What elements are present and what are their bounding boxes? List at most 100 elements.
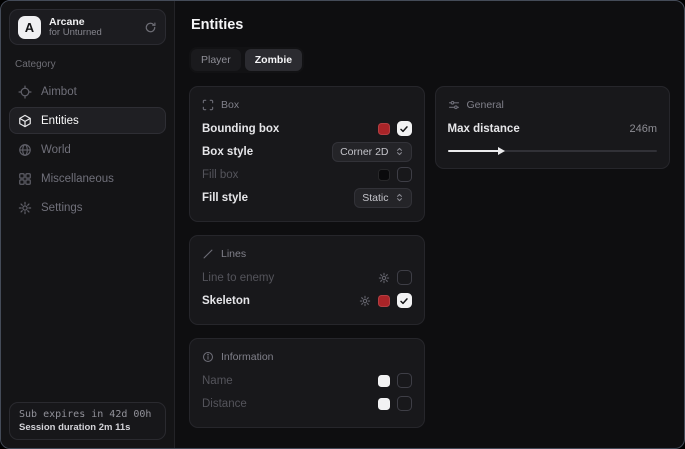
row-controls xyxy=(378,167,412,182)
setting-row-max-distance: Max distance 246m xyxy=(448,117,658,140)
information-section-header: Information xyxy=(202,351,412,363)
setting-row-line-to-enemy: Line to enemy xyxy=(202,266,412,289)
general-section: General Max distance 246m xyxy=(435,86,671,169)
gear-icon xyxy=(18,201,32,215)
row-controls xyxy=(378,270,412,285)
row-controls xyxy=(359,293,412,308)
slider-thumb[interactable] xyxy=(498,147,505,155)
sidebar-item-label: Entities xyxy=(41,115,79,127)
sidebar-menu: Aimbot Entities World xyxy=(9,78,166,221)
tab-zombie[interactable]: Zombie xyxy=(245,49,302,71)
sidebar-item-aimbot[interactable]: Aimbot xyxy=(9,78,166,105)
sidebar-item-label: World xyxy=(41,144,71,156)
sidebar-item-label: Miscellaneous xyxy=(41,173,114,185)
category-label: Category xyxy=(15,59,160,70)
setting-label: Fill box xyxy=(202,169,238,181)
information-section-title: Information xyxy=(221,351,274,363)
color-swatch[interactable] xyxy=(378,398,390,410)
settings-columns: Box Bounding box Box style xyxy=(189,86,670,428)
sidebar-item-label: Aimbot xyxy=(41,86,77,98)
globe-icon xyxy=(18,143,32,157)
row-controls xyxy=(378,396,412,411)
slider-fill xyxy=(448,150,500,152)
information-section: Information Name Distance xyxy=(189,338,425,428)
gear-icon[interactable] xyxy=(378,272,390,284)
left-column: Box Bounding box Box style xyxy=(189,86,425,428)
lines-section: Lines Line to enemy xyxy=(189,235,425,325)
sidebar-item-settings[interactable]: Settings xyxy=(9,194,166,221)
app-title-block: Arcane for Unturned xyxy=(49,16,136,39)
row-controls xyxy=(378,373,412,388)
gear-icon[interactable] xyxy=(359,295,371,307)
info-circle-icon xyxy=(202,351,214,363)
box-section: Box Bounding box Box style xyxy=(189,86,425,222)
max-distance-slider[interactable] xyxy=(448,146,658,156)
color-swatch[interactable] xyxy=(378,375,390,387)
fill-box-checkbox[interactable] xyxy=(397,167,412,182)
chevron-up-down-icon xyxy=(395,147,404,156)
setting-row-skeleton: Skeleton xyxy=(202,289,412,312)
chevron-up-down-icon xyxy=(395,193,404,202)
sidebar-item-miscellaneous[interactable]: Miscellaneous xyxy=(9,165,166,192)
app-name: Arcane xyxy=(49,16,136,28)
name-checkbox[interactable] xyxy=(397,373,412,388)
max-distance-value: 246m xyxy=(629,123,657,135)
sidebar-item-world[interactable]: World xyxy=(9,136,166,163)
setting-label: Distance xyxy=(202,398,247,410)
sidebar-item-entities[interactable]: Entities xyxy=(9,107,166,134)
sliders-icon xyxy=(448,99,460,111)
setting-row-box-style: Box style Corner 2D xyxy=(202,140,412,163)
setting-label: Bounding box xyxy=(202,123,279,135)
color-swatch[interactable] xyxy=(378,295,390,307)
entity-tabs: Player Zombie xyxy=(189,47,304,73)
setting-label: Name xyxy=(202,375,233,387)
main-content: Entities Player Zombie Box xyxy=(175,1,684,448)
fill-style-dropdown[interactable]: Static xyxy=(354,188,411,208)
general-section-header: General xyxy=(448,99,658,111)
general-section-title: General xyxy=(467,99,504,111)
box-section-header: Box xyxy=(202,99,412,111)
setting-label: Max distance xyxy=(448,123,520,135)
setting-row-name: Name xyxy=(202,369,412,392)
app-logo-letter: A xyxy=(25,20,34,35)
skeleton-checkbox[interactable] xyxy=(397,293,412,308)
distance-checkbox[interactable] xyxy=(397,396,412,411)
color-swatch[interactable] xyxy=(378,169,390,181)
sub-expires-text: Sub expires in 42d 00h xyxy=(19,409,156,420)
dropdown-value: Corner 2D xyxy=(340,146,388,158)
setting-row-bounding-box: Bounding box xyxy=(202,117,412,140)
diagonal-line-icon xyxy=(202,248,214,260)
app-logo-card: A Arcane for Unturned xyxy=(9,9,166,45)
session-duration-text: Session duration 2m 11s xyxy=(19,422,156,433)
subscription-status-card: Sub expires in 42d 00h Session duration … xyxy=(9,402,166,440)
sidebar: A Arcane for Unturned Category Aimbo xyxy=(1,1,175,448)
setting-label: Line to enemy xyxy=(202,272,274,284)
sidebar-spacer xyxy=(9,221,166,402)
tab-player[interactable]: Player xyxy=(191,49,241,71)
setting-row-fill-box: Fill box xyxy=(202,163,412,186)
row-controls xyxy=(378,121,412,136)
right-column: General Max distance 246m xyxy=(435,86,671,169)
refresh-icon[interactable] xyxy=(144,21,157,34)
lines-section-header: Lines xyxy=(202,248,412,260)
dropdown-value: Static xyxy=(362,192,388,204)
app-subtitle: for Unturned xyxy=(49,28,136,39)
lines-section-title: Lines xyxy=(221,248,246,260)
line-to-enemy-checkbox[interactable] xyxy=(397,270,412,285)
setting-row-fill-style: Fill style Static xyxy=(202,186,412,209)
app-window: A Arcane for Unturned Category Aimbo xyxy=(0,0,685,449)
setting-label: Skeleton xyxy=(202,295,250,307)
box-style-dropdown[interactable]: Corner 2D xyxy=(332,142,411,162)
sidebar-item-label: Settings xyxy=(41,202,83,214)
setting-row-distance: Distance xyxy=(202,392,412,415)
page-title: Entities xyxy=(191,17,670,33)
cube-icon xyxy=(18,114,32,128)
app-logo: A xyxy=(18,16,41,39)
scan-corners-icon xyxy=(202,99,214,111)
setting-label: Fill style xyxy=(202,192,248,204)
slider-track[interactable] xyxy=(448,150,658,152)
color-swatch[interactable] xyxy=(378,123,390,135)
crosshair-icon xyxy=(18,85,32,99)
box-section-title: Box xyxy=(221,99,239,111)
bounding-box-checkbox[interactable] xyxy=(397,121,412,136)
